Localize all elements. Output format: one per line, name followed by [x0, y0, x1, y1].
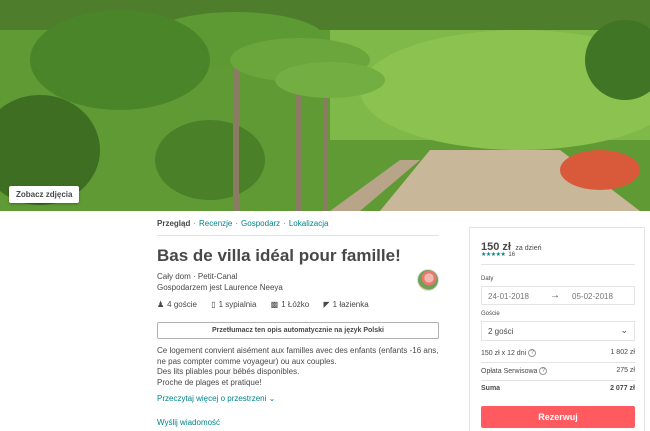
view-photos-button[interactable]: Zobacz zdjęcia — [9, 186, 80, 203]
star-rating-icon: ★★★★★ — [481, 252, 506, 258]
amenity-label: 1 łazienka — [332, 300, 369, 309]
description-line: ne pas compter comme voyageur) ou aux co… — [157, 356, 337, 366]
bath-icon: ◤ — [323, 300, 330, 309]
translate-button[interactable]: Przetłumacz ten opis automatycznie na ję… — [157, 322, 439, 339]
divider — [481, 362, 635, 363]
tab-reviews[interactable]: Recenzje — [199, 219, 232, 228]
price-unit: za dzień — [515, 245, 542, 252]
guests-label: Goście — [481, 311, 500, 317]
nights-value: 1 802 zł — [610, 349, 635, 356]
rating[interactable]: ★★★★★ 16 — [481, 251, 515, 258]
send-message-link[interactable]: Wyślij wiadomość — [157, 418, 220, 427]
host-avatar[interactable] — [417, 269, 439, 291]
amenity-label: 1 sypialnia — [218, 300, 257, 309]
nav-separator: · — [283, 219, 286, 228]
listing-title: Bas de villa idéal pour famille! — [157, 246, 401, 265]
nav-separator: · — [193, 219, 197, 228]
tab-host[interactable]: Gospodarz — [241, 219, 280, 228]
checkout-field[interactable]: 05-02-2018 — [572, 292, 613, 301]
amenity-label: 1 Łóżko — [281, 300, 310, 309]
guests-select[interactable]: 2 gości ⌄ — [481, 321, 635, 341]
listing-type-location: Cały dom · Petit-Canal — [157, 272, 238, 281]
date-range-picker: 24-01-2018 → 05-02-2018 — [481, 286, 635, 305]
read-more-label: Przeczytaj więcej o przestrzeni — [157, 394, 267, 403]
dates-label: Daty — [481, 276, 494, 282]
service-fee-label: Opłata Serwisowa — [481, 367, 538, 375]
booking-card: 150 zł za dzień ★★★★★ 16 Daty 24-01-2018 … — [469, 227, 645, 431]
hero-illustration — [0, 0, 650, 211]
reserve-button[interactable]: Rezerwuj — [481, 406, 635, 428]
divider — [481, 380, 635, 381]
total-label: Suma — [481, 385, 501, 392]
info-icon[interactable]: ? — [539, 367, 548, 375]
arrow-right-icon: → — [550, 290, 560, 301]
guests-icon: ♟ — [157, 300, 165, 309]
amenity-bedroom: ▯ 1 sypialnia — [211, 300, 256, 309]
guests-value: 2 gości — [488, 327, 514, 336]
listing-description: Ce logement convient aisément aux famill… — [157, 346, 447, 388]
bed-icon: ▩ — [270, 300, 279, 309]
checkin-field[interactable]: 24-01-2018 — [488, 292, 529, 301]
chevron-down-icon: ⌄ — [268, 394, 276, 403]
description-line: Ce logement convient aisément aux famill… — [157, 346, 439, 355]
price-total: Suma 2 077 zł — [481, 385, 635, 392]
amenity-bed: ▩ 1 Łóżko — [271, 300, 310, 309]
tab-location[interactable]: Lokalizacja — [289, 219, 329, 228]
section-nav: Przegląd · Recenzje · Gospodarz · Lokalizacja — [157, 219, 439, 236]
nights-label: 150 zł x 12 dni — [481, 349, 527, 357]
price-breakdown-nights: 150 zł x 12 dni? 1 802 zł — [481, 349, 635, 357]
read-more-link[interactable]: Przeczytaj więcej o przestrzeni ⌄ — [157, 394, 275, 403]
amenity-bath: ◤ 1 łazienka — [323, 300, 368, 309]
chevron-down-icon: ⌄ — [620, 325, 628, 335]
amenities-row: ♟ 4 goście ▯ 1 sypialnia ▩ 1 Łóżko ◤ 1 łazie… — [157, 300, 381, 309]
price-breakdown-service: Opłata Serwisowa? 275 zł — [481, 367, 635, 375]
total-value: 2 077 zł — [610, 385, 635, 392]
info-icon[interactable]: ? — [528, 349, 537, 357]
divider — [481, 264, 635, 265]
amenity-guests: ♟ 4 goście — [157, 300, 197, 309]
hero-photo[interactable]: Zobacz zdjęcia — [0, 0, 650, 211]
description-line: Des lits pliables pour bébés disponibles… — [157, 367, 300, 376]
service-fee-value: 275 zł — [616, 367, 635, 374]
amenity-label: 4 goście — [167, 300, 197, 309]
tab-overview[interactable]: Przegląd — [157, 219, 190, 228]
listing-host: Gospodarzem jest Laurence Neeya — [157, 283, 283, 292]
review-count: 16 — [508, 252, 516, 258]
bedroom-icon: ▯ — [211, 300, 216, 309]
description-line: Proche de plages et pratique! — [157, 377, 262, 387]
nav-separator: · — [235, 219, 239, 228]
